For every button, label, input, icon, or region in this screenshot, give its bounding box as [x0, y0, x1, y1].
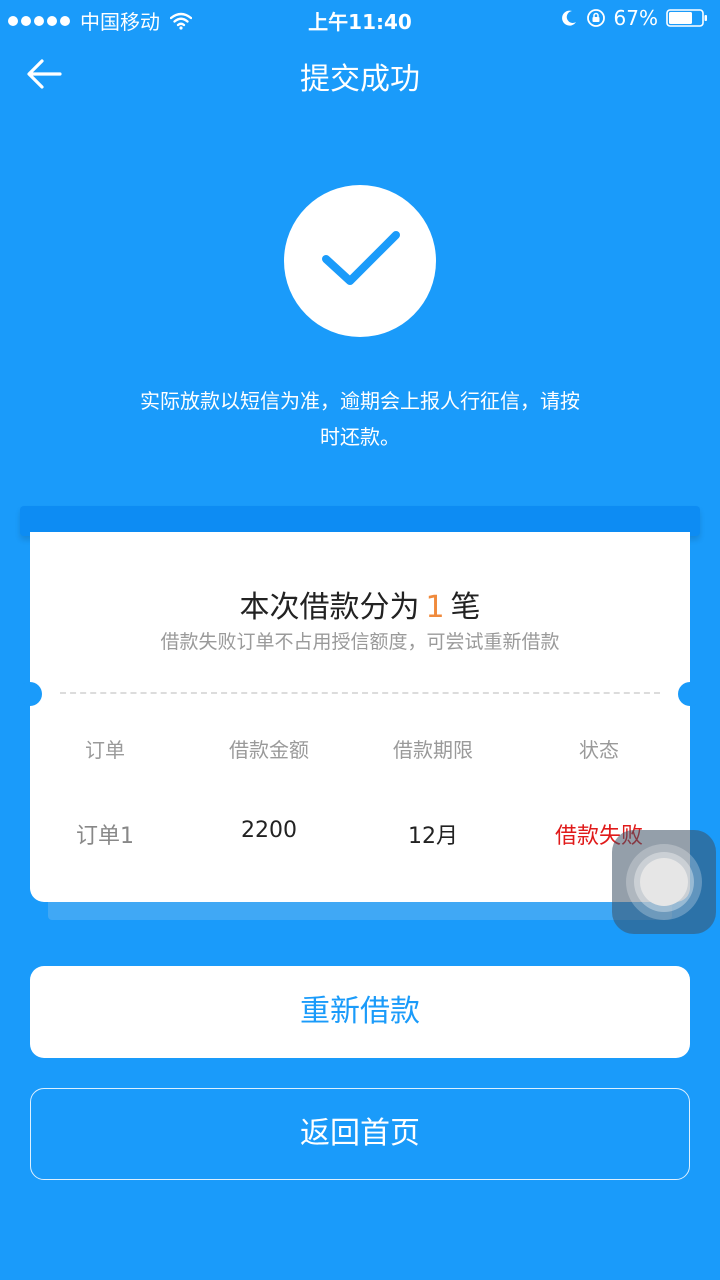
status-bar: 中国移动 上午11:40 67% — [0, 0, 720, 38]
rotation-lock-icon — [586, 9, 605, 27]
retry-loan-button[interactable]: 重新借款 — [30, 966, 690, 1058]
nav-bar: 提交成功 — [0, 38, 720, 110]
assistive-dot — [640, 858, 688, 906]
loan-split-heading: 本次借款分为 1 笔 — [30, 582, 690, 626]
col-term: 借款期限 — [393, 738, 473, 762]
heading-suffix: 笔 — [450, 590, 481, 625]
table-row: 订单1 2200 12月 借款失败 — [30, 818, 690, 850]
col-amount: 借款金额 — [229, 738, 309, 762]
order-amount: 2200 — [241, 818, 297, 843]
notice-line-2: 时还款。 — [320, 425, 400, 449]
status-right: 67% — [560, 6, 708, 30]
ticket-notch-right — [678, 682, 702, 706]
loan-summary-card: 本次借款分为 1 笔 借款失败订单不占用授信额度，可尝试重新借款 订单 借款金额 借… — [18, 532, 702, 902]
back-home-button[interactable]: 返回首页 — [30, 1088, 690, 1180]
checkmark-icon — [322, 231, 400, 285]
order-name: 订单1 — [76, 824, 134, 849]
col-status: 状态 — [579, 738, 619, 762]
page-title: 提交成功 — [300, 62, 420, 97]
assistive-touch-button[interactable] — [612, 830, 716, 934]
dashed-divider — [60, 692, 660, 694]
repayment-notice: 实际放款以短信为准，逾期会上报人行征信，请按 时还款。 — [90, 383, 630, 455]
table-header: 订单 借款金额 借款期限 状态 — [30, 734, 690, 763]
heading-prefix: 本次借款分为 — [239, 590, 420, 625]
battery-percent: 67% — [613, 6, 658, 30]
moon-icon — [561, 10, 576, 26]
battery-icon — [666, 9, 707, 27]
notice-line-1: 实际放款以短信为准，逾期会上报人行征信，请按 — [140, 389, 580, 413]
order-term: 12月 — [408, 824, 458, 849]
loan-count: 1 — [425, 590, 445, 625]
success-badge — [284, 185, 436, 337]
loan-subtitle: 借款失败订单不占用授信额度，可尝试重新借款 — [160, 631, 560, 653]
col-order: 订单 — [85, 738, 125, 762]
ticket-notch-left — [18, 682, 42, 706]
